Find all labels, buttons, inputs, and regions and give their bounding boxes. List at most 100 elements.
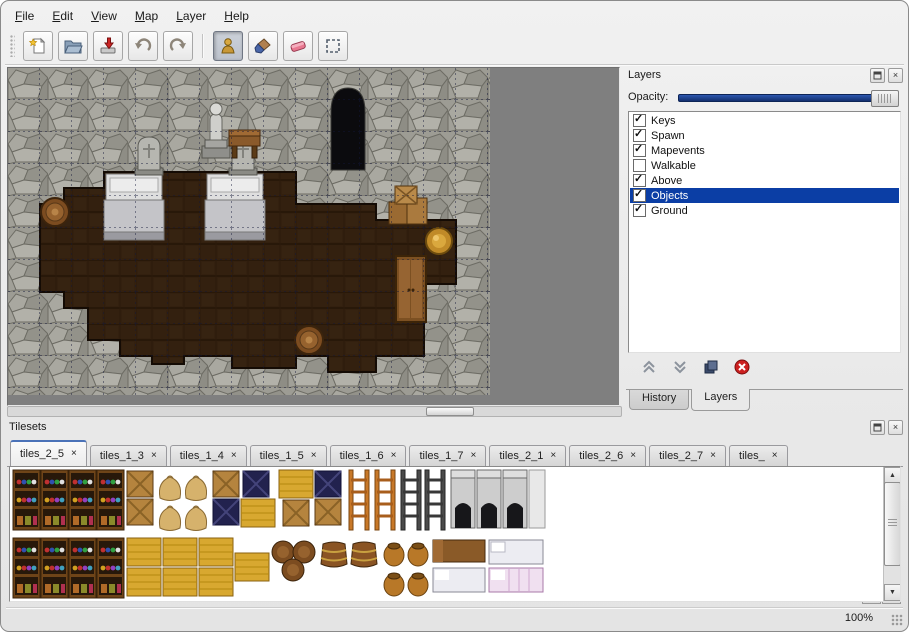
tileset-tab-label: tiles_2_7 bbox=[659, 450, 703, 462]
layer-name: Keys bbox=[651, 115, 675, 127]
float-panel-button[interactable] bbox=[870, 68, 885, 83]
redo-button[interactable] bbox=[163, 31, 193, 61]
menu-item[interactable]: Layer bbox=[168, 6, 214, 26]
scroll-down-button[interactable]: ▼ bbox=[884, 584, 901, 601]
float-panel-button[interactable] bbox=[870, 420, 885, 435]
resize-grip[interactable] bbox=[891, 614, 903, 626]
tileset-tab[interactable]: tiles_ × bbox=[729, 445, 788, 466]
layer-name: Ground bbox=[651, 205, 688, 217]
layer-actions-toolbar bbox=[628, 355, 901, 379]
toolbar bbox=[7, 29, 902, 63]
tileset-tab-label: tiles_1_6 bbox=[340, 450, 384, 462]
menu-item[interactable]: Edit bbox=[44, 6, 81, 26]
layer-list: Keys Spawn Mapevents Walkable bbox=[628, 111, 901, 353]
select-tool-icon bbox=[323, 36, 343, 56]
lower-layer-button[interactable] bbox=[671, 358, 689, 376]
tab-close-icon[interactable]: × bbox=[151, 451, 157, 461]
tab-close-icon[interactable]: × bbox=[710, 451, 716, 461]
layer-row[interactable]: Mapevents bbox=[630, 143, 899, 158]
redo-icon bbox=[168, 36, 188, 56]
close-panel-button[interactable]: × bbox=[888, 420, 903, 435]
fill-tool-button[interactable] bbox=[248, 31, 278, 61]
delete-layer-button[interactable] bbox=[733, 358, 751, 376]
layer-visibility-checkbox[interactable] bbox=[633, 129, 646, 142]
open-file-button[interactable] bbox=[58, 31, 88, 61]
panel-tab[interactable]: Layers bbox=[691, 389, 750, 411]
raise-layer-button[interactable] bbox=[640, 358, 658, 376]
tab-close-icon[interactable]: × bbox=[630, 451, 636, 461]
layer-visibility-checkbox[interactable] bbox=[633, 204, 646, 217]
slider-groove bbox=[678, 94, 897, 102]
tab-close-icon[interactable]: × bbox=[71, 449, 77, 459]
tab-close-icon[interactable]: × bbox=[311, 451, 317, 461]
tileset-tab-label: tiles_2_1 bbox=[499, 450, 543, 462]
layer-visibility-checkbox[interactable] bbox=[633, 144, 646, 157]
layer-row[interactable]: Objects bbox=[630, 188, 899, 203]
layer-row[interactable]: Above bbox=[630, 173, 899, 188]
tileset-tab[interactable]: tiles_1_4 × bbox=[170, 445, 247, 466]
layer-visibility-checkbox[interactable] bbox=[633, 159, 646, 172]
menu-item[interactable]: Help bbox=[216, 6, 257, 26]
tileset-sprites-row-2 bbox=[13, 538, 543, 598]
map-grid-overlay bbox=[8, 68, 490, 395]
menu-item[interactable]: Map bbox=[127, 6, 166, 26]
slider-handle[interactable] bbox=[871, 90, 899, 107]
stamp-tool-button[interactable] bbox=[213, 31, 243, 61]
save-icon bbox=[98, 36, 118, 56]
select-tool-button[interactable] bbox=[318, 31, 348, 61]
tileset-vertical-scrollbar[interactable]: ▲ ▼ bbox=[883, 467, 900, 601]
tileset-tab[interactable]: tiles_1_7 × bbox=[409, 445, 486, 466]
menu-item[interactable]: View bbox=[83, 6, 125, 26]
tilesets-panel-title: Tilesets bbox=[7, 421, 867, 433]
close-panel-button[interactable]: × bbox=[888, 68, 903, 83]
menubar: FileEditViewMapLayerHelp bbox=[7, 5, 902, 27]
menu-item[interactable]: File bbox=[7, 6, 42, 26]
opacity-slider[interactable] bbox=[678, 90, 899, 105]
tileset-tab[interactable]: tiles_2_1 × bbox=[489, 445, 566, 466]
duplicate-layer-button[interactable] bbox=[702, 358, 720, 376]
toolbar-handle[interactable] bbox=[10, 35, 15, 57]
undo-icon bbox=[133, 36, 153, 56]
tab-close-icon[interactable]: × bbox=[391, 451, 397, 461]
tileset-canvas[interactable] bbox=[11, 468, 546, 600]
tileset-tab[interactable]: tiles_2_6 × bbox=[569, 445, 646, 466]
tileset-tab-label: tiles_1_5 bbox=[260, 450, 304, 462]
tab-close-icon[interactable]: × bbox=[772, 451, 778, 461]
tileset-tab-label: tiles_1_4 bbox=[180, 450, 224, 462]
layer-row[interactable]: Keys bbox=[630, 113, 899, 128]
layers-panel-title: Layers bbox=[626, 69, 867, 81]
layer-visibility-checkbox[interactable] bbox=[633, 174, 646, 187]
opacity-control: Opacity: bbox=[628, 89, 899, 105]
open-folder-icon bbox=[63, 36, 83, 56]
tab-close-icon[interactable]: × bbox=[231, 451, 237, 461]
tileset-tab[interactable]: tiles_2_7 × bbox=[649, 445, 726, 466]
tileset-sprites-row-1 bbox=[13, 470, 545, 531]
duplicate-layer-icon bbox=[703, 359, 719, 375]
opacity-label: Opacity: bbox=[628, 91, 678, 103]
undo-button[interactable] bbox=[128, 31, 158, 61]
layers-panel-titlebar: Layers × bbox=[626, 67, 903, 83]
delete-layer-icon bbox=[734, 359, 750, 375]
layer-row[interactable]: Walkable bbox=[630, 158, 899, 173]
tileset-tab[interactable]: tiles_1_5 × bbox=[250, 445, 327, 466]
tileset-view: ▲ ▼ bbox=[9, 466, 901, 602]
eraser-tool-button[interactable] bbox=[283, 31, 313, 61]
scrollbar-thumb[interactable] bbox=[884, 482, 901, 566]
map-canvas[interactable] bbox=[8, 68, 490, 395]
layer-visibility-checkbox[interactable] bbox=[633, 114, 646, 127]
panel-tab[interactable]: History bbox=[629, 390, 689, 410]
barrel-pile bbox=[272, 541, 315, 581]
tileset-tab[interactable]: tiles_1_6 × bbox=[330, 445, 407, 466]
layer-visibility-checkbox[interactable] bbox=[633, 189, 646, 202]
save-button[interactable] bbox=[93, 31, 123, 61]
new-file-button[interactable] bbox=[23, 31, 53, 61]
tileset-tab[interactable]: tiles_2_5 × bbox=[10, 440, 87, 466]
toolbar-divider bbox=[5, 64, 904, 66]
tileset-tab[interactable]: tiles_1_3 × bbox=[90, 445, 167, 466]
tab-close-icon[interactable]: × bbox=[471, 451, 477, 461]
tileset-tab-label: tiles_2_5 bbox=[20, 448, 64, 460]
layer-row[interactable]: Ground bbox=[630, 203, 899, 218]
float-icon bbox=[873, 423, 882, 432]
layer-row[interactable]: Spawn bbox=[630, 128, 899, 143]
tab-close-icon[interactable]: × bbox=[550, 451, 556, 461]
